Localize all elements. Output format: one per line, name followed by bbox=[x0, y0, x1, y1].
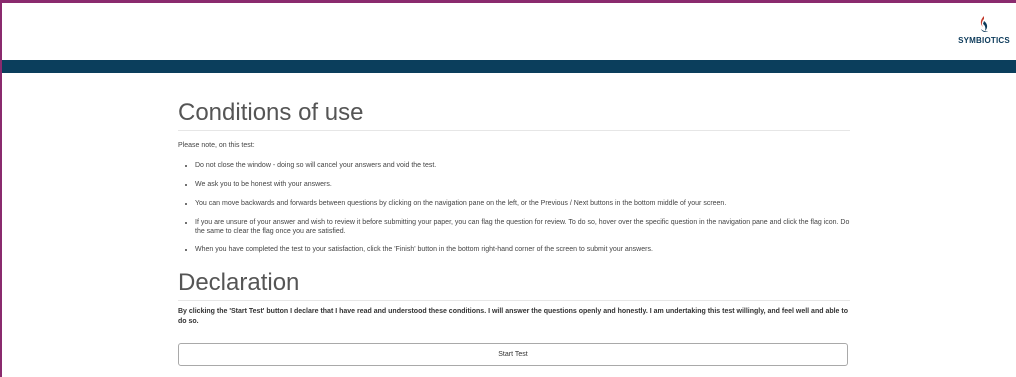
conditions-list: Do not close the window - doing so will … bbox=[178, 161, 850, 254]
conditions-divider bbox=[178, 130, 850, 131]
declaration-text: By clicking the 'Start Test' button I de… bbox=[178, 308, 849, 325]
header: SYMBIOTICS bbox=[2, 3, 1016, 60]
navbar bbox=[2, 60, 1016, 73]
conditions-title: Conditions of use bbox=[178, 99, 364, 126]
start-test-button[interactable]: Start Test bbox=[178, 343, 848, 366]
logo-text: SYMBIOTICS bbox=[958, 36, 1010, 45]
flame-icon bbox=[980, 16, 988, 33]
condition-item-close-window: Do not close the window - doing so will … bbox=[195, 161, 850, 170]
condition-item-honesty: We ask you to be honest with your answer… bbox=[195, 180, 850, 189]
declaration-divider bbox=[178, 300, 850, 301]
conditions-intro: Please note, on this test: bbox=[178, 142, 255, 149]
condition-item-navigation: You can move backwards and forwards betw… bbox=[195, 199, 850, 208]
symbiotics-logo: SYMBIOTICS bbox=[954, 15, 1014, 59]
declaration-title: Declaration bbox=[178, 269, 300, 296]
condition-item-flag-review: If you are unsure of your answer and wis… bbox=[195, 218, 850, 236]
condition-item-finish: When you have completed the test to your… bbox=[195, 245, 850, 254]
